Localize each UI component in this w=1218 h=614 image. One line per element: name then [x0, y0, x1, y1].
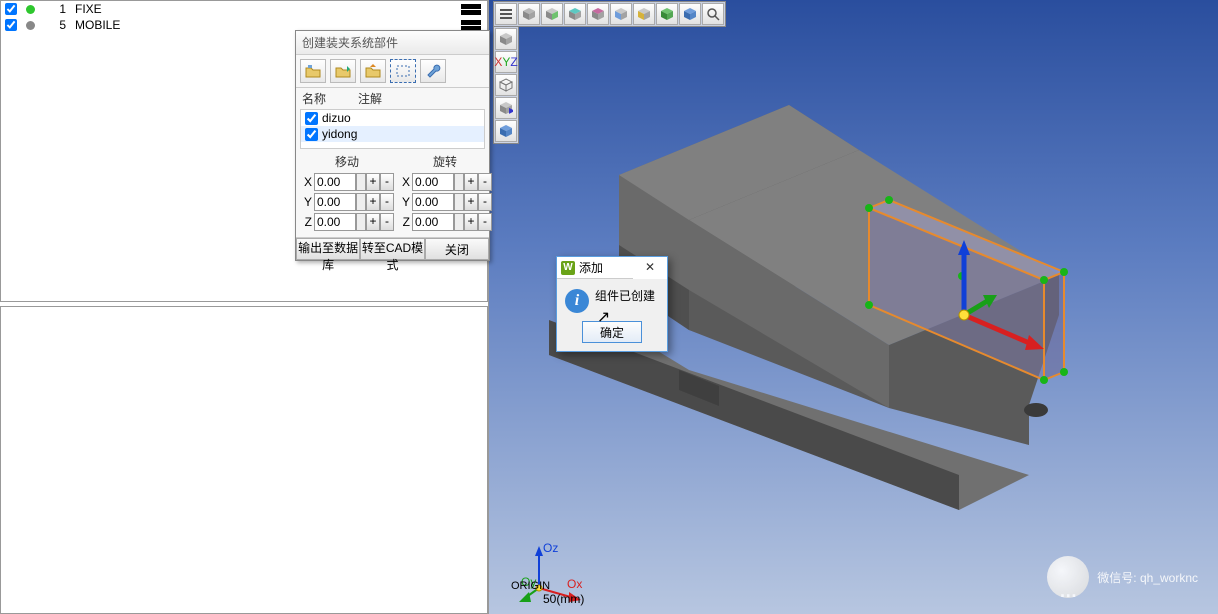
- to-cad-button[interactable]: 转至CAD模式: [360, 238, 424, 260]
- rotate-x-input[interactable]: [412, 173, 454, 191]
- item-checkbox[interactable]: [305, 128, 318, 141]
- dialog-actions: 输出至数据库 转至CAD模式 关闭: [296, 237, 489, 260]
- col-note: 注解: [358, 90, 382, 107]
- list-item[interactable]: dizuo: [301, 110, 484, 126]
- minus-button[interactable]: -: [380, 173, 394, 191]
- rotate-header: 旋转: [398, 153, 492, 173]
- messagebox[interactable]: W 添加 ✕ i 组件已创建 确定: [556, 256, 668, 352]
- color-swatch-icon[interactable]: [461, 20, 481, 31]
- tree-row[interactable]: 1 FIXE: [1, 1, 487, 17]
- rotate-z-input[interactable]: [412, 213, 454, 231]
- plus-button[interactable]: +: [464, 173, 478, 191]
- axis-z-label: Z: [398, 215, 410, 229]
- dialog-toolbar: [296, 55, 489, 88]
- spinner-icon[interactable]: [454, 213, 464, 231]
- axis-y-label: Y: [398, 195, 410, 209]
- messagebox-title-bar[interactable]: W 添加 ✕: [557, 257, 667, 279]
- spinner-icon[interactable]: [356, 213, 366, 231]
- minus-button[interactable]: -: [380, 213, 394, 231]
- dialog-title[interactable]: 创建装夹系统部件: [296, 31, 489, 55]
- tool-open-icon[interactable]: [300, 59, 326, 83]
- info-icon: i: [565, 289, 589, 313]
- status-dot-icon: [26, 21, 35, 30]
- axis-ox-label: Ox: [567, 577, 582, 591]
- watermark: 微信号: qh_worknc: [1047, 556, 1198, 598]
- move-z-input[interactable]: [314, 213, 356, 231]
- tool-export-icon[interactable]: [360, 59, 386, 83]
- color-swatch-icon[interactable]: [461, 4, 481, 15]
- axis-x-label: X: [398, 175, 410, 189]
- plus-button[interactable]: +: [366, 193, 380, 211]
- spinner-icon[interactable]: [454, 173, 464, 191]
- tool-select-icon[interactable]: [390, 59, 416, 83]
- messagebox-text: 组件已创建: [595, 289, 655, 303]
- tree-label: MOBILE: [75, 18, 120, 32]
- axis-y-label: Y: [300, 195, 312, 209]
- move-header: 移动: [300, 153, 394, 173]
- tree-label: FIXE: [75, 2, 102, 16]
- close-button[interactable]: 关闭: [425, 238, 489, 260]
- axis-oz-label: Oz: [543, 541, 558, 555]
- tool-import-icon[interactable]: [330, 59, 356, 83]
- wechat-icon: [1047, 556, 1089, 598]
- minus-button[interactable]: -: [478, 173, 492, 191]
- move-y-input[interactable]: [314, 193, 356, 211]
- export-db-button[interactable]: 输出至数据库: [296, 238, 360, 260]
- spinner-icon[interactable]: [454, 193, 464, 211]
- component-list[interactable]: dizuo yidong: [300, 109, 485, 149]
- item-checkbox[interactable]: [305, 112, 318, 125]
- transform-section: 移动 X+- Y+- Z+- 旋转 X+- Y+- Z+-: [296, 149, 489, 237]
- move-group: 移动 X+- Y+- Z+-: [300, 153, 394, 233]
- plus-button[interactable]: +: [464, 193, 478, 211]
- messagebox-body: i 组件已创建: [557, 279, 667, 317]
- rotate-group: 旋转 X+- Y+- Z+-: [398, 153, 492, 233]
- app-logo-icon: W: [561, 261, 575, 275]
- tree-num: 1: [46, 2, 66, 16]
- plus-button[interactable]: +: [464, 213, 478, 231]
- item-label: yidong: [322, 127, 357, 141]
- tree-num: 5: [46, 18, 66, 32]
- rotate-y-input[interactable]: [412, 193, 454, 211]
- scale-label: 50(mm): [543, 592, 584, 606]
- move-x-input[interactable]: [314, 173, 356, 191]
- spinner-icon[interactable]: [356, 173, 366, 191]
- origin-label: ORIGIN: [511, 580, 550, 592]
- ok-button[interactable]: 确定: [582, 321, 642, 343]
- minus-button[interactable]: -: [380, 193, 394, 211]
- item-label: dizuo: [322, 111, 351, 125]
- status-dot-icon: [26, 5, 35, 14]
- plus-button[interactable]: +: [366, 213, 380, 231]
- axis-x-label: X: [300, 175, 312, 189]
- plus-button[interactable]: +: [366, 173, 380, 191]
- axis-z-label: Z: [300, 215, 312, 229]
- watermark-text: 微信号: qh_worknc: [1097, 569, 1198, 586]
- close-icon[interactable]: ✕: [633, 257, 667, 279]
- messagebox-title: 添加: [579, 259, 603, 276]
- tool-wrench-icon[interactable]: [420, 59, 446, 83]
- bottom-panel: [0, 306, 488, 614]
- spinner-icon[interactable]: [356, 193, 366, 211]
- tree-checkbox[interactable]: [5, 3, 17, 15]
- list-header: 名称 注解: [296, 88, 489, 109]
- minus-button[interactable]: -: [478, 193, 492, 211]
- list-item[interactable]: yidong: [301, 126, 484, 142]
- col-name: 名称: [302, 90, 358, 107]
- tree-checkbox[interactable]: [5, 19, 17, 31]
- create-clamp-dialog[interactable]: 创建装夹系统部件 名称 注解 dizuo yidong 移动 X+- Y+- Z…: [295, 30, 490, 261]
- minus-button[interactable]: -: [478, 213, 492, 231]
